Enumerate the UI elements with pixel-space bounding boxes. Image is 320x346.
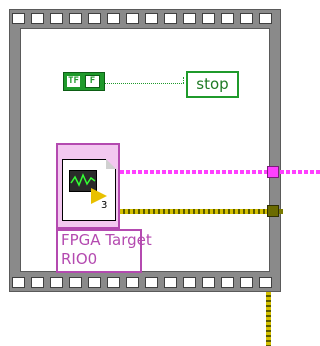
fpga-reference-wire-out[interactable]: [280, 170, 320, 174]
page-corner: [106, 159, 116, 169]
icon-number: 3: [101, 200, 108, 211]
fpga-label-line-1: FPGA Target: [61, 231, 152, 249]
boolean-wire-bend[interactable]: [183, 77, 184, 83]
tf-glyph: TF: [67, 76, 80, 87]
boolean-constant[interactable]: TF F: [63, 72, 105, 91]
stop-terminal[interactable]: stop: [186, 71, 239, 98]
stop-label: stop: [196, 75, 229, 93]
loop-frame-top-strip: [10, 9, 280, 28]
reference-tunnel[interactable]: [267, 166, 279, 178]
vi-sheet-icon: 3: [62, 159, 116, 221]
fpga-reference-vi-icon[interactable]: 3: [56, 143, 120, 229]
loop-frame-bottom-strip: [10, 273, 280, 292]
fpga-target-label: FPGA Target RIO0: [56, 229, 152, 273]
error-cluster-wire-out[interactable]: [266, 292, 271, 346]
error-wire-stub[interactable]: [279, 209, 283, 214]
boolean-wire[interactable]: [105, 83, 184, 84]
error-cluster-wire[interactable]: [120, 209, 268, 214]
fpga-label-line-2: RIO0: [61, 250, 98, 268]
fpga-reference-wire[interactable]: [120, 170, 268, 174]
boolean-false-value[interactable]: F: [85, 75, 100, 88]
error-tunnel[interactable]: [267, 205, 279, 217]
